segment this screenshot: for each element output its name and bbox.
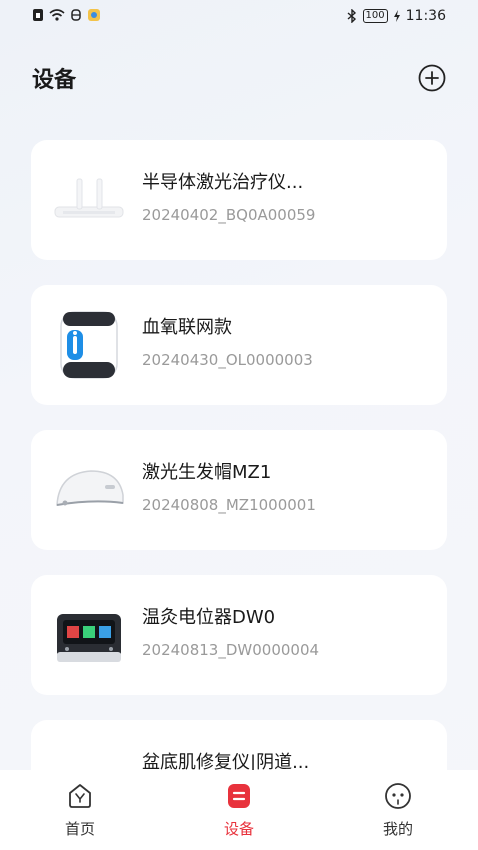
tab-devices[interactable]: 设备 — [189, 782, 289, 846]
device-icon — [228, 784, 250, 808]
device-name: 血氧联网款 — [142, 317, 232, 338]
device-serial: 20240813_DW0000004 — [142, 641, 320, 659]
plus-circle-icon[interactable] — [418, 64, 446, 92]
home-icon — [69, 784, 91, 808]
potential-therapy-device-image — [57, 614, 121, 662]
tab-home-label: 首页 — [64, 820, 95, 838]
device-card[interactable]: 半导体激光治疗仪... 20240402_BQ0A00059 — [31, 140, 447, 260]
device-name: 温灸电位器DW0 — [142, 607, 276, 628]
charging-icon — [393, 10, 400, 22]
clock: 11:36 — [405, 8, 446, 24]
oxygen-concentrator-image — [60, 311, 118, 379]
tab-profile-label: 我的 — [382, 820, 413, 838]
sim-icon — [33, 9, 43, 21]
device-card[interactable]: 温灸电位器DW0 20240813_DW0000004 — [31, 575, 447, 695]
bottom-tab-bar: 首页 设备 我的 — [0, 770, 478, 850]
laser-therapy-device-image — [54, 178, 124, 218]
app-icon — [88, 9, 100, 21]
status-bar: 100 11:36 — [0, 0, 478, 34]
wifi-icon — [49, 9, 65, 21]
device-serial: 20240402_BQ0A00059 — [142, 206, 316, 224]
device-serial: 20240430_OL0000003 — [142, 351, 313, 369]
battery-icon: 100 — [362, 9, 388, 23]
device-name: 半导体激光治疗仪... — [142, 172, 304, 193]
notification-icon — [71, 9, 81, 21]
tab-home[interactable]: 首页 — [30, 782, 130, 846]
page-title: 设备 — [32, 68, 77, 93]
laser-helmet-image — [56, 470, 124, 506]
tab-devices-label: 设备 — [223, 820, 254, 838]
device-card[interactable]: 血氧联网款 20240430_OL0000003 — [31, 285, 447, 405]
device-serial: 20240808_MZ1000001 — [142, 496, 316, 514]
device-name: 激光生发帽MZ1 — [142, 462, 272, 483]
profile-icon — [385, 783, 411, 809]
tab-profile[interactable]: 我的 — [348, 782, 448, 846]
device-card[interactable]: 激光生发帽MZ1 20240808_MZ1000001 — [31, 430, 447, 550]
bluetooth-icon — [347, 9, 356, 23]
